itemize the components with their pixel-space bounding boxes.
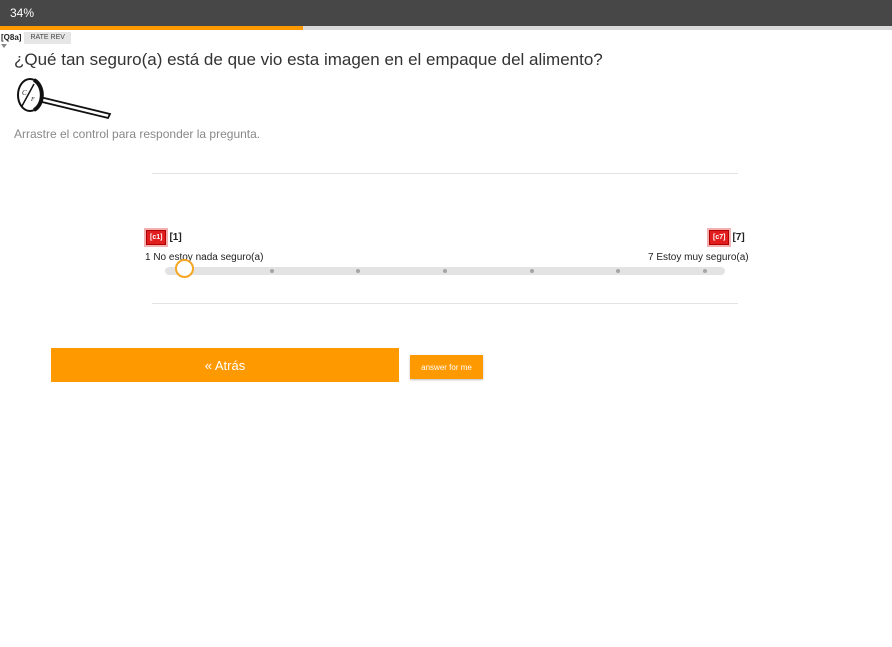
answer-for-me-button[interactable]: answer for me <box>410 355 483 379</box>
question-text: ¿Qué tan seguro(a) está de que vio esta … <box>14 50 603 69</box>
right-endpoint-label: 7 Estoy muy seguro(a) <box>648 252 749 263</box>
progress-header: 34% <box>0 0 892 26</box>
left-code-badge: [c1] <box>146 230 167 245</box>
thermometer-dial-icon: C F <box>14 74 114 125</box>
progress-percent: 34% <box>10 6 35 20</box>
slider-tick-dot <box>616 269 621 273</box>
back-button[interactable]: « Atrás <box>51 348 399 382</box>
slider-tick-dot <box>443 269 447 273</box>
question-tag: [Q8a] RATE REV <box>0 32 71 44</box>
question-tag-label: RATE REV <box>24 32 71 44</box>
left-endpoint-code: [c1] [1] <box>146 230 182 245</box>
right-endpoint-value: [7] <box>732 232 745 243</box>
divider-bottom <box>152 303 738 304</box>
slider-tick-dot <box>529 269 534 273</box>
progress-bar <box>0 26 892 30</box>
instruction-text: Arrastre el control para responder la pr… <box>14 127 261 141</box>
right-endpoint-code: [c7] [7] <box>709 230 745 245</box>
right-code-badge: [c7] <box>709 230 730 245</box>
svg-text:C: C <box>22 89 27 97</box>
question-id: [Q8a] <box>1 33 22 42</box>
slider-track[interactable] <box>165 267 725 275</box>
progress-bar-fill <box>0 26 304 30</box>
left-endpoint-label: 1 No estoy nada seguro(a) <box>145 252 264 263</box>
svg-text:F: F <box>30 97 35 103</box>
slider-tick-dot <box>703 269 707 273</box>
tag-arrow-icon <box>1 44 7 48</box>
slider-tick-dot <box>356 269 361 273</box>
slider-tick-dot <box>269 269 274 273</box>
slider-handle[interactable] <box>175 259 194 278</box>
left-endpoint-value: [1] <box>169 232 182 243</box>
divider-top <box>152 173 738 174</box>
